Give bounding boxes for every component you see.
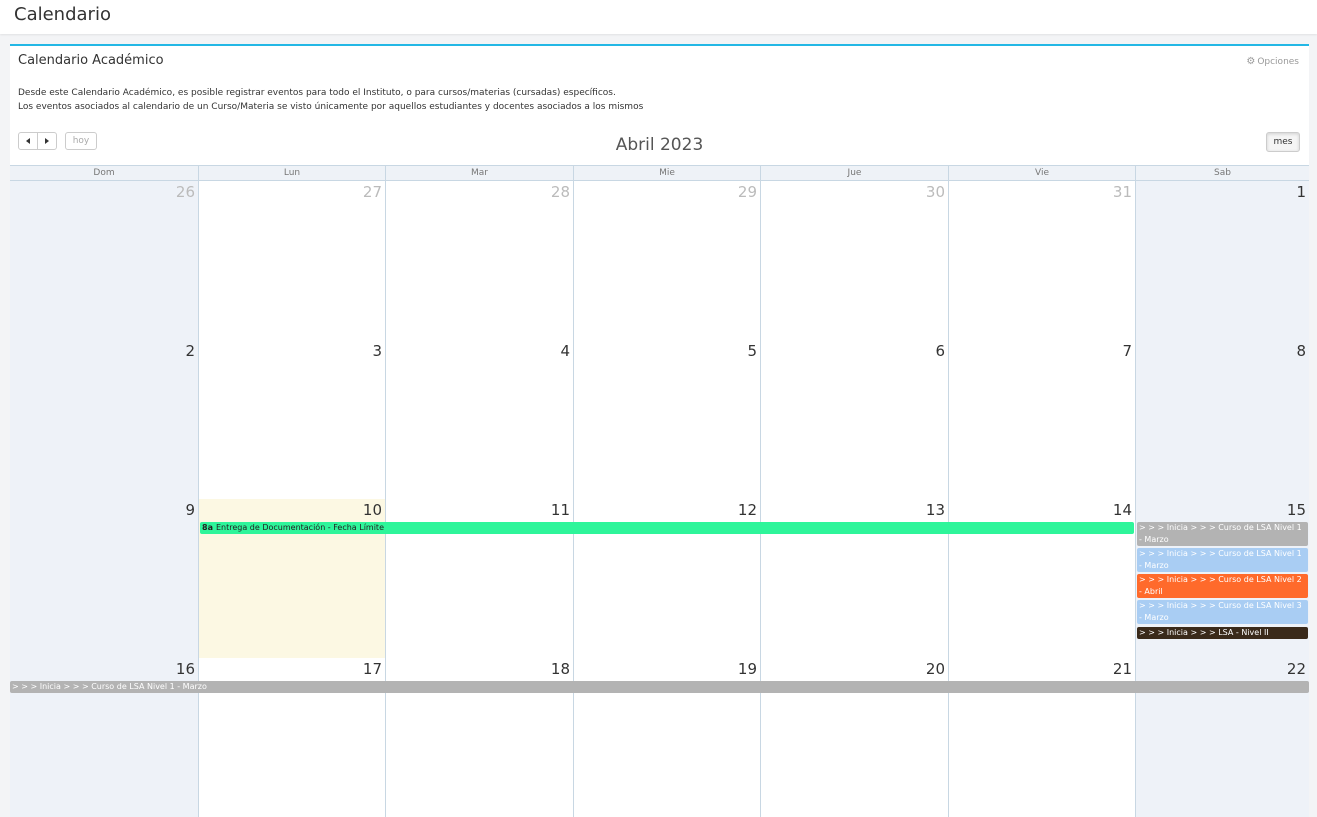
weekday-label: Lun	[198, 166, 385, 181]
weekday-label: Dom	[93, 168, 115, 178]
description-line-2: Los eventos asociados al calendario de u…	[18, 102, 644, 112]
weekday-header: Dom Lun Mar Mie Jue Vie Sab	[10, 165, 1309, 181]
description-line-1: Desde este Calendario Académico, es posi…	[18, 88, 616, 98]
day-number: 10	[362, 501, 382, 519]
calendar-panel: Calendario Académico ⚙ Opciones Desde est…	[10, 44, 1309, 817]
day-number: 31	[1112, 183, 1132, 201]
day-cell[interactable]: 29	[573, 181, 760, 340]
event-title: > > > Inicia > > > Curso de LSA Nivel 1 …	[1139, 523, 1302, 544]
options-label: Opciones	[1257, 57, 1299, 67]
day-cell[interactable]: 28	[385, 181, 573, 340]
weekday-label: Jue	[760, 166, 948, 181]
day-cell[interactable]: 3	[198, 340, 385, 499]
page-title: Calendario	[14, 4, 111, 25]
weekday-label: Mie	[573, 166, 760, 181]
day-cell[interactable]: 31	[948, 181, 1135, 340]
day-cell[interactable]: 9	[10, 499, 198, 658]
calendar-event[interactable]: > > > Inicia > > > Curso de LSA Nivel 2 …	[1137, 574, 1308, 598]
day-number: 22	[1286, 660, 1306, 678]
day-cell[interactable]: 2	[10, 340, 198, 499]
day-number: 4	[560, 342, 570, 360]
day-number: 27	[362, 183, 382, 201]
calendar-week: 9 10 11 12 13 14 15 8a Entrega de Documen…	[10, 499, 1309, 658]
day-cell[interactable]: 30	[760, 181, 948, 340]
event-title: > > > Inicia > > > Curso de LSA Nivel 3 …	[1139, 601, 1302, 622]
calendar-week: 26 27 28 29 30 31 1	[10, 181, 1309, 340]
day-number: 5	[747, 342, 757, 360]
calendar-event[interactable]: > > > Inicia > > > Curso de LSA Nivel 1 …	[1137, 548, 1308, 572]
calendar-event[interactable]: > > > Inicia > > > Curso de LSA Nivel 1 …	[10, 681, 1309, 693]
month-title: Abril 2023	[615, 135, 704, 155]
calendar-event[interactable]: > > > Inicia > > > Curso de LSA Nivel 3 …	[1137, 600, 1308, 624]
day-number: 2	[185, 342, 195, 360]
day-number: 12	[737, 501, 757, 519]
day-number: 8	[1296, 342, 1306, 360]
day-cell[interactable]: 8	[1135, 340, 1309, 499]
calendar-week: 16 17 18 19 20 21 22 > > > Inicia > > > …	[10, 658, 1309, 817]
day-number: 7	[1122, 342, 1132, 360]
day-number: 19	[737, 660, 757, 678]
day-number: 21	[1112, 660, 1132, 678]
day-number: 3	[372, 342, 382, 360]
day-number: 26	[175, 183, 195, 201]
month-view-button[interactable]: mes	[1266, 132, 1300, 152]
day-cell[interactable]: 7	[948, 340, 1135, 499]
event-title: Entrega de Documentación - Fecha Límite	[215, 523, 384, 532]
day-number: 14	[1112, 501, 1132, 519]
day-number: 30	[925, 183, 945, 201]
event-title: > > > Inicia > > > LSA - Nivel II	[1139, 628, 1269, 637]
day-cell[interactable]: 6	[760, 340, 948, 499]
day-number: 18	[550, 660, 570, 678]
day-number: 29	[737, 183, 757, 201]
day-number: 11	[550, 501, 570, 519]
day-cell[interactable]: 27	[198, 181, 385, 340]
panel-title: Calendario Académico	[18, 53, 164, 68]
day-cell[interactable]: 4	[385, 340, 573, 499]
day-number: 6	[935, 342, 945, 360]
day-cell[interactable]: 26	[10, 181, 198, 340]
calendar-event[interactable]: > > > Inicia > > > LSA - Nivel II	[1137, 627, 1308, 639]
day-number: 17	[362, 660, 382, 678]
day-number: 16	[175, 660, 195, 678]
day-number: 28	[550, 183, 570, 201]
day-cell[interactable]: 5	[573, 340, 760, 499]
calendar-event[interactable]: 8a Entrega de Documentación - Fecha Límit…	[200, 522, 1134, 534]
day-number: 15	[1286, 501, 1306, 519]
weekday-label: Vie	[948, 166, 1135, 181]
weekday-label: Sab	[1135, 166, 1309, 181]
day-number: 1	[1296, 183, 1306, 201]
day-cell[interactable]: 1	[1135, 181, 1309, 340]
event-time: 8a	[202, 523, 213, 532]
day-number: 13	[925, 501, 945, 519]
event-title: > > > Inicia > > > Curso de LSA Nivel 1 …	[1139, 549, 1302, 570]
event-title: > > > Inicia > > > Curso de LSA Nivel 2 …	[1139, 575, 1302, 596]
day-number: 20	[925, 660, 945, 678]
weekday-label: Mar	[385, 166, 573, 181]
gear-icon: ⚙	[1246, 56, 1256, 67]
calendar-event[interactable]: > > > Inicia > > > Curso de LSA Nivel 1 …	[1137, 522, 1308, 546]
calendar-week: 2 3 4 5 6 7 8	[10, 340, 1309, 499]
top-bar: Calendario	[0, 0, 1317, 34]
options-link[interactable]: ⚙ Opciones	[1246, 56, 1299, 67]
panel-description: Desde este Calendario Académico, es posi…	[18, 86, 643, 114]
day-number: 9	[185, 501, 195, 519]
